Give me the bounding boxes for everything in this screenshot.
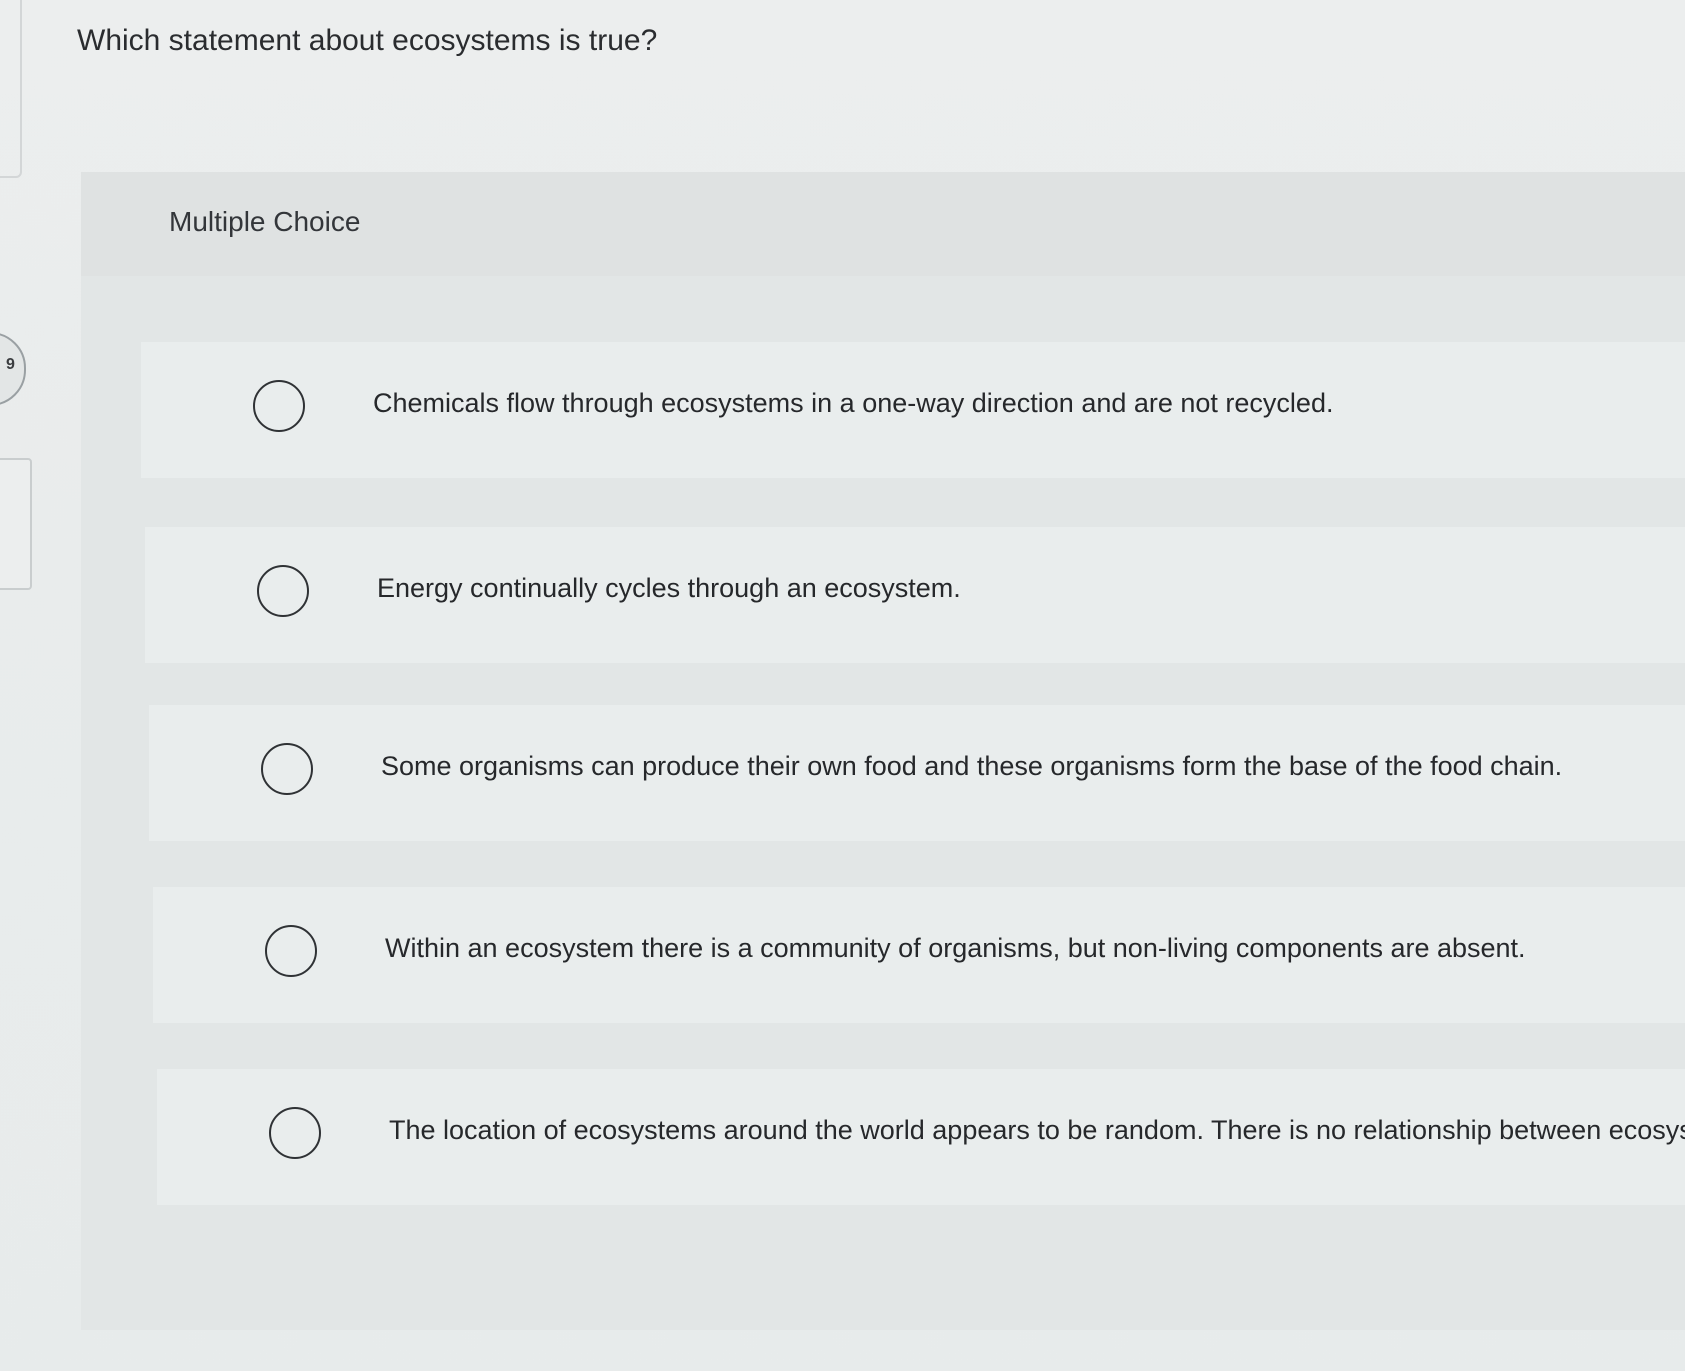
- question-number: 9: [6, 356, 15, 373]
- answer-option-4[interactable]: Within an ecosystem there is a community…: [153, 887, 1685, 1023]
- left-edge-frame: [0, 0, 22, 178]
- radio-button-1[interactable]: [253, 380, 305, 432]
- answer-option-text: Energy continually cycles through an eco…: [377, 573, 961, 603]
- answer-option-2[interactable]: Energy continually cycles through an eco…: [145, 527, 1685, 663]
- radio-button-5[interactable]: [269, 1107, 321, 1159]
- left-side-widget[interactable]: [0, 458, 32, 590]
- question-number-tab[interactable]: 9: [0, 332, 26, 406]
- answer-option-text: The location of ecosystems around the wo…: [389, 1115, 1685, 1145]
- answer-option-text: Chemicals flow through ecosystems in a o…: [373, 388, 1334, 418]
- panel-header: Multiple Choice: [81, 172, 1685, 276]
- question-type-label: Multiple Choice: [169, 206, 361, 237]
- answer-option-text: Some organisms can produce their own foo…: [381, 751, 1563, 781]
- radio-button-2[interactable]: [257, 565, 309, 617]
- radio-button-4[interactable]: [265, 925, 317, 977]
- answer-option-3[interactable]: Some organisms can produce their own foo…: [149, 705, 1685, 841]
- answer-option-5[interactable]: The location of ecosystems around the wo…: [157, 1069, 1685, 1205]
- answer-option-text: Within an ecosystem there is a community…: [385, 933, 1526, 963]
- answer-option-1[interactable]: Chemicals flow through ecosystems in a o…: [141, 342, 1685, 478]
- radio-button-3[interactable]: [261, 743, 313, 795]
- answer-panel: Multiple Choice Chemicals flow through e…: [81, 172, 1685, 1330]
- question-text: Which statement about ecosystems is true…: [77, 24, 658, 57]
